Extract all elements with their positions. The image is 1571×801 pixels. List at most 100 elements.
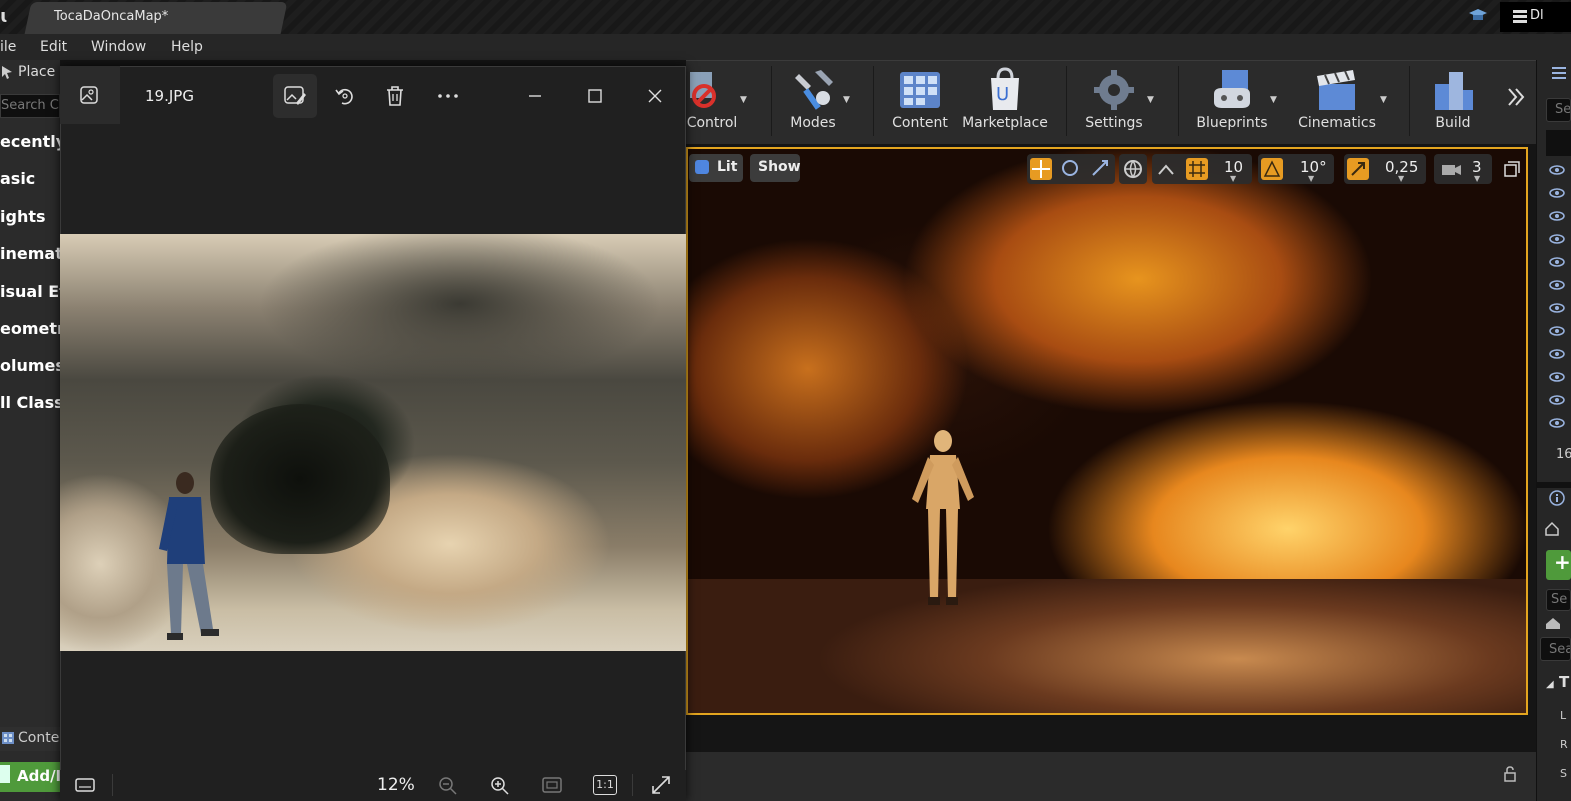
view-mode-lit-label: Lit <box>717 159 738 175</box>
rotation-snap-icon[interactable] <box>1261 158 1283 180</box>
trash-icon <box>387 86 403 106</box>
menu-window[interactable]: Window <box>91 39 146 55</box>
toolbar-marketplace-button[interactable]: U Marketplace <box>960 64 1050 138</box>
details-search-input[interactable]: Se <box>1546 589 1571 611</box>
scale-snap-icon[interactable] <box>1347 158 1369 180</box>
toolbar-overflow-icon[interactable] <box>1506 86 1526 108</box>
globe-icon <box>1124 160 1142 179</box>
lit-cube-icon <box>695 160 709 174</box>
chevron-down-icon[interactable]: ▼ <box>1270 95 1277 105</box>
photo-filename: 19.JPG <box>145 87 194 105</box>
eye-icon[interactable] <box>1549 165 1565 175</box>
close-icon[interactable] <box>647 88 663 104</box>
rotate-tool-icon[interactable] <box>1060 158 1080 178</box>
eye-icon[interactable] <box>1549 303 1565 313</box>
add-icon <box>0 765 10 783</box>
chevron-down-icon[interactable]: ▼ <box>1147 95 1154 105</box>
actual-size-button[interactable]: 1:1 <box>593 775 617 795</box>
more-options-button[interactable] <box>426 74 470 118</box>
content-browser-header[interactable]: Conte <box>0 727 60 751</box>
category-cinematic[interactable]: inemati <box>0 239 60 269</box>
eye-icon[interactable] <box>1549 395 1565 405</box>
property-search-input[interactable]: Sea <box>1540 637 1571 661</box>
add-import-label: Add/I <box>17 767 60 785</box>
outliner-actor-count: 16 <box>1556 447 1571 462</box>
place-icon <box>2 66 12 79</box>
filmstrip-toggle-icon[interactable] <box>74 775 96 795</box>
collapse-triangle-icon: ◢ <box>1546 679 1554 690</box>
eye-icon[interactable] <box>1549 418 1565 428</box>
add-component-button[interactable]: + <box>1546 550 1571 580</box>
chevron-down-icon[interactable]: ▼ <box>1380 95 1387 105</box>
place-search-input[interactable]: Search Cl <box>0 94 60 118</box>
move-tool-icon[interactable] <box>1030 158 1052 180</box>
surface-snap-icon[interactable] <box>1157 160 1175 178</box>
toolbar-content-button[interactable]: Content <box>889 64 951 138</box>
view-mode-lit-button[interactable]: Lit <box>689 154 743 182</box>
delete-button[interactable] <box>373 74 417 118</box>
place-panel-header[interactable]: Place <box>0 62 60 86</box>
rotate-button[interactable] <box>323 74 367 118</box>
toolbar-cinematics-label: Cinematics <box>1298 115 1376 131</box>
home-icon[interactable] <box>1544 521 1560 537</box>
toolbar-build-button[interactable]: Build <box>1424 64 1482 138</box>
category-all-classes[interactable]: ll Classe <box>0 388 60 418</box>
maximize-icon[interactable] <box>587 88 603 104</box>
eye-icon[interactable] <box>1549 234 1565 244</box>
zoom-out-icon[interactable] <box>437 775 459 795</box>
learn-icon[interactable] <box>1468 8 1488 24</box>
chevron-down-icon[interactable]: ▼ <box>740 95 747 105</box>
eye-icon[interactable] <box>1549 326 1565 336</box>
eye-icon[interactable] <box>1549 188 1565 198</box>
content-browser-icon <box>2 732 14 744</box>
category-geometry[interactable]: eometry <box>0 314 60 344</box>
marketplace-icon: U <box>991 67 1019 110</box>
category-volumes[interactable]: olumes <box>0 351 60 381</box>
eye-icon[interactable] <box>1549 257 1565 267</box>
outliner-search-input[interactable]: Se <box>1546 98 1571 122</box>
add-import-button[interactable]: Add/I <box>0 762 60 792</box>
fullscreen-icon[interactable] <box>650 775 672 795</box>
toolbar-cinematics-button[interactable]: Cinematics <box>1296 64 1378 138</box>
eye-icon[interactable] <box>1549 280 1565 290</box>
chevron-down-icon[interactable]: ▼ <box>843 95 850 105</box>
show-flags-button[interactable]: Show <box>750 154 801 182</box>
category-lights[interactable]: ights <box>0 202 60 232</box>
category-basic[interactable]: asic <box>0 164 60 194</box>
minimize-icon[interactable] <box>527 88 543 104</box>
toolbar-marketplace-label: Marketplace <box>962 115 1048 131</box>
menu-help[interactable]: Help <box>171 39 203 55</box>
eye-icon[interactable] <box>1549 349 1565 359</box>
toolbar-build-label: Build <box>1435 115 1471 131</box>
zoom-in-icon[interactable] <box>489 775 511 795</box>
chevron-down-icon: ▼ <box>1308 174 1315 183</box>
actual-size-label: 1:1 <box>596 778 614 791</box>
zoom-level[interactable]: 12% <box>377 775 415 795</box>
top-right-label: Dl <box>1530 8 1544 23</box>
grid-snap-icon[interactable] <box>1186 158 1208 180</box>
transform-section-header[interactable]: ◢ T <box>1546 673 1569 691</box>
scale-tool-icon[interactable] <box>1090 158 1110 178</box>
filmstrip-button[interactable] <box>60 66 120 124</box>
camera-speed-icon[interactable] <box>1440 160 1462 178</box>
lock-icon[interactable] <box>1502 766 1518 782</box>
category-visual-effects[interactable]: isual Eff <box>0 277 60 307</box>
place-panel-title: Place <box>18 64 56 80</box>
category-recently-placed[interactable]: ecently <box>0 127 60 157</box>
toolbar-source-control-button[interactable]: Control <box>686 64 738 138</box>
toolbar-source-control-label: Control <box>686 115 738 131</box>
toolbar-blueprints-button[interactable]: Blueprints <box>1192 64 1272 138</box>
eye-icon[interactable] <box>1549 211 1565 221</box>
menu-edit[interactable]: Edit <box>40 39 67 55</box>
toolbar-separator <box>873 66 874 136</box>
menu-file[interactable]: ile <box>0 39 16 55</box>
maximize-viewport-icon[interactable] <box>1504 161 1520 177</box>
edit-image-button[interactable] <box>273 74 317 118</box>
clapperboard-icon <box>1317 70 1355 110</box>
toolbar-separator <box>1066 66 1067 136</box>
eye-icon[interactable] <box>1549 372 1565 382</box>
level-viewport[interactable] <box>686 147 1528 715</box>
toolbar-settings-button[interactable]: Settings <box>1080 64 1148 138</box>
fit-to-window-icon[interactable] <box>541 775 563 795</box>
toolbar-modes-button[interactable]: Modes <box>779 64 847 138</box>
